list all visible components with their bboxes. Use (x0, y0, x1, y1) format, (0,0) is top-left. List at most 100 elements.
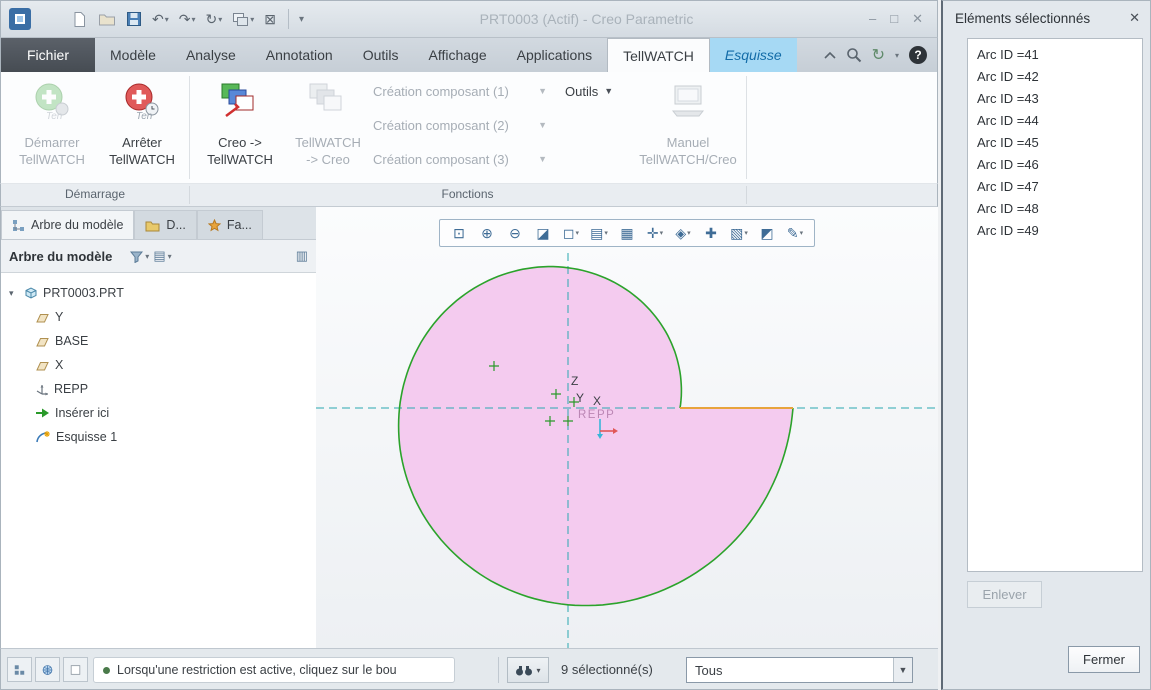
tab-folder-browser[interactable]: D... (134, 210, 196, 239)
dropdown-caret-icon: ▼ (538, 154, 547, 164)
manuel-tellwatch-button[interactable]: ManuelTellWATCH/Creo (633, 74, 743, 180)
zoom-in-icon[interactable]: ⊕ (474, 222, 500, 244)
saved-orientations-icon[interactable]: ▤▾ (586, 222, 612, 244)
tab-model-tree[interactable]: Arbre du modèle (1, 210, 134, 239)
enlever-button[interactable]: Enlever (967, 581, 1042, 608)
fermer-button[interactable]: Fermer (1068, 646, 1140, 673)
undo-button[interactable]: ↶▾ (150, 9, 171, 30)
tree-item-plane-y[interactable]: Y (1, 305, 316, 329)
view-manager-icon[interactable]: ▦ (614, 222, 640, 244)
list-item[interactable]: Arc ID =41 (968, 44, 1142, 66)
browser-toggle-button[interactable] (35, 657, 60, 682)
status-indicator-dot (103, 667, 110, 674)
more-options-caret-icon[interactable]: ▾ (895, 51, 899, 60)
customize-toolbar-caret-icon[interactable]: ▾ (299, 14, 304, 25)
regenerate-button[interactable]: ↻▾ (204, 9, 225, 30)
sync-icon[interactable]: ↻ (872, 45, 885, 65)
sketch-region[interactable] (399, 267, 793, 606)
zoom-out-icon[interactable]: ⊖ (502, 222, 528, 244)
list-item[interactable]: Arc ID =42 (968, 66, 1142, 88)
demarrer-tellwatch-button[interactable]: Ten DémarrerTellWATCH (9, 74, 95, 180)
tab-fichier[interactable]: Fichier (1, 38, 95, 72)
creation-composant-1-button[interactable]: Création composant (1)▼ (369, 78, 551, 104)
dropdown-caret-icon: ▾ (744, 229, 748, 237)
app-icon[interactable] (9, 8, 31, 30)
tree-item-sketch[interactable]: Esquisse 1 (1, 425, 316, 449)
list-item[interactable]: Arc ID =49 (968, 220, 1142, 242)
display-style-icon[interactable]: ◻▾ (558, 222, 584, 244)
group-divider (189, 186, 190, 204)
list-item[interactable]: Arc ID =44 (968, 110, 1142, 132)
list-icon: ▤ (153, 248, 165, 264)
tree-item-csys[interactable]: REPP (1, 377, 316, 401)
tree-filter-button[interactable]: ▾ (130, 250, 149, 263)
new-file-button[interactable] (69, 9, 90, 30)
selected-elements-list[interactable]: Arc ID =41 Arc ID =42 Arc ID =43 Arc ID … (967, 38, 1143, 572)
tab-tellwatch[interactable]: TellWATCH (607, 38, 710, 72)
windows-button[interactable]: ▾ (230, 10, 256, 29)
creation-composant-2-button[interactable]: Création composant (2)▼ (369, 112, 551, 138)
title-bar: ↶▾ ↷▾ ↻▾ ▾ ⊠ ▾ PRT0003 (Actif) - Creo Pa… (0, 0, 938, 38)
redo-button[interactable]: ↷▾ (177, 9, 198, 30)
sketch-display-icon[interactable]: ✎▾ (782, 222, 808, 244)
graphics-area[interactable]: ⊡⊕⊖◪◻▾▤▾▦✛▾◈▾✚▧▾◩✎▾ Z Y X REPP (316, 207, 938, 648)
tree-item-insert-here[interactable]: Insérer ici (1, 401, 316, 425)
tab-applications[interactable]: Applications (502, 38, 608, 72)
tree-columns-button[interactable]: ▥ (296, 248, 308, 264)
dropdown-caret-icon: ▾ (800, 229, 804, 237)
selection-count: 9 sélectionné(s) (561, 662, 653, 677)
minimize-button[interactable]: – (869, 11, 876, 27)
repaint-icon[interactable]: ◪ (530, 222, 556, 244)
combobox-caret-icon[interactable]: ▼ (893, 658, 912, 682)
list-item[interactable]: Arc ID =43 (968, 88, 1142, 110)
annotation-display-icon[interactable]: ◈▾ (670, 222, 696, 244)
tab-analyse[interactable]: Analyse (171, 38, 251, 72)
find-button[interactable]: ▾ (507, 657, 549, 683)
panel-close-icon[interactable]: ✕ (1129, 10, 1140, 26)
close-window-button[interactable]: ⊠ (262, 9, 278, 30)
close-button[interactable]: ✕ (912, 11, 923, 27)
tree-item-plane-x[interactable]: X (1, 353, 316, 377)
expander-icon[interactable]: ▾ (9, 288, 19, 299)
outils-dropdown-button[interactable]: Outils▼ (559, 78, 619, 104)
maximize-button[interactable]: □ (890, 11, 898, 27)
zoom-window-icon[interactable]: ⊡ (446, 222, 472, 244)
tab-esquisse[interactable]: Esquisse (710, 38, 797, 72)
tree-settings-button[interactable]: ▤▾ (153, 248, 171, 264)
dropdown-caret-icon: ▾ (168, 252, 172, 261)
creo-window: ↶▾ ↷▾ ↻▾ ▾ ⊠ ▾ PRT0003 (Actif) - Creo Pa… (0, 0, 1151, 690)
status-message: Lorsqu'une restriction est active, cliqu… (93, 657, 455, 683)
command-search-icon[interactable] (846, 47, 862, 63)
creo-to-tellwatch-button[interactable]: Creo ->TellWATCH (197, 74, 283, 180)
open-file-button[interactable] (96, 9, 118, 29)
save-button[interactable] (124, 9, 144, 29)
collapse-ribbon-icon[interactable] (824, 51, 836, 59)
list-item[interactable]: Arc ID =45 (968, 132, 1142, 154)
list-item[interactable]: Arc ID =47 (968, 176, 1142, 198)
orientation-3d-icon[interactable]: ▧▾ (726, 222, 752, 244)
sketch-orientation-icon[interactable]: ◩ (754, 222, 780, 244)
tellwatch-to-creo-button[interactable]: TellWATCH-> Creo (285, 74, 371, 180)
tab-outils[interactable]: Outils (348, 38, 414, 72)
list-item[interactable]: Arc ID =46 (968, 154, 1142, 176)
arreter-tellwatch-button[interactable]: Ten ArrêterTellWATCH (99, 74, 185, 180)
selected-panel-title: Eléments sélectionnés (955, 11, 1090, 26)
hide-panel-button[interactable] (63, 657, 88, 682)
datum-display-icon[interactable]: ✛▾ (642, 222, 668, 244)
help-icon[interactable]: ? (909, 46, 927, 64)
open-folder-icon (98, 11, 116, 27)
spin-center-icon[interactable]: ✚ (698, 222, 724, 244)
model-tree-icon (12, 219, 25, 232)
creation-composant-3-button[interactable]: Création composant (3)▼ (369, 146, 551, 172)
tab-favorites[interactable]: Fa... (197, 210, 263, 239)
tree-item-plane-base[interactable]: BASE (1, 329, 316, 353)
tab-annotation[interactable]: Annotation (251, 38, 348, 72)
ribbon: Ten DémarrerTellWATCH Ten ArrêterTellWAT… (0, 72, 938, 183)
tree-item-part[interactable]: ▾ PRT0003.PRT (1, 281, 316, 305)
list-item[interactable]: Arc ID =48 (968, 198, 1142, 220)
selection-filter-combobox[interactable]: Tous ▼ (686, 657, 913, 683)
tab-affichage[interactable]: Affichage (414, 38, 502, 72)
binoculars-icon (515, 664, 533, 677)
model-tree-toggle-button[interactable] (7, 657, 32, 682)
tab-modele[interactable]: Modèle (95, 38, 171, 72)
